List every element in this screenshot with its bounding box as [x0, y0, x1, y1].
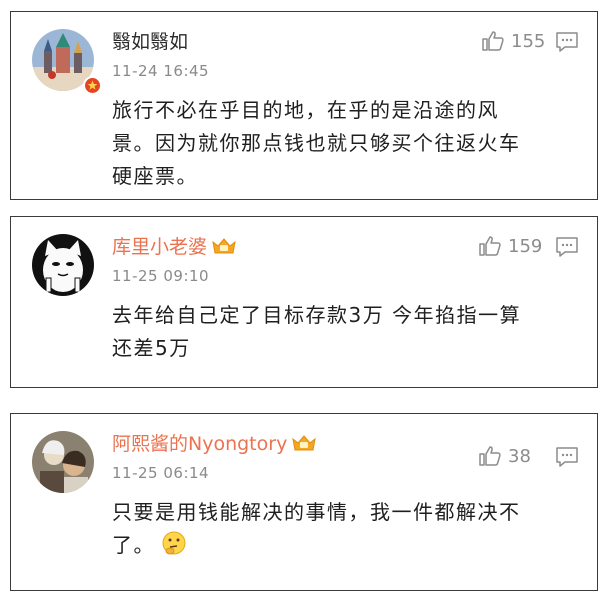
comment-bubble-icon — [556, 447, 578, 467]
like-button[interactable]: 38 — [478, 444, 531, 468]
reply-button[interactable] — [555, 236, 579, 258]
verified-badge-icon — [83, 76, 102, 95]
username-text: 阿熙酱的Nyongtory — [112, 433, 288, 455]
comment-text: 只要是用钱能解决的事情，我一件都解决不 了。 — [112, 496, 582, 562]
like-button[interactable]: 159 — [478, 234, 542, 258]
reply-button[interactable] — [555, 31, 579, 53]
comment-card: 阿熙酱的Nyongtory 11-25 06:14 38 只要是用钱能解决的事情… — [10, 413, 598, 591]
comment-text: 去年给自己定了目标存款3万 今年掐指一算 还差5万 — [112, 299, 582, 365]
comment-text: 旅行不必在乎目的地，在乎的是沿途的风 景。因为就你那点钱也就只够买个往返火车 硬… — [112, 94, 582, 193]
comment-line: 去年给自己定了目标存款3万 今年掐指一算 — [112, 303, 522, 327]
like-count: 155 — [511, 30, 546, 52]
comment-bubble-icon — [556, 237, 578, 257]
username[interactable]: 库里小老婆 — [112, 235, 237, 259]
username-text: 库里小老婆 — [112, 236, 208, 258]
like-count: 159 — [508, 235, 543, 257]
like-button[interactable]: 155 — [481, 29, 545, 53]
thumbs-up-icon — [482, 31, 504, 51]
reply-button[interactable] — [555, 446, 579, 468]
timestamp: 11-24 16:45 — [112, 62, 210, 80]
comment-line-text: 了。 — [112, 533, 155, 557]
comment-line: 硬座票。 — [112, 164, 198, 188]
comment-line: 旅行不必在乎目的地，在乎的是沿途的风 — [112, 98, 499, 122]
vip-crown-badge-icon — [292, 435, 317, 451]
thinking-emoji — [162, 531, 186, 555]
avatar[interactable] — [32, 431, 94, 493]
thumbs-up-icon — [479, 446, 501, 466]
comment-line: 还差5万 — [112, 336, 191, 360]
avatar[interactable] — [32, 234, 94, 296]
thumbs-up-icon — [479, 236, 501, 256]
like-count: 38 — [508, 445, 531, 467]
comment-bubble-icon — [556, 32, 578, 52]
comment-line: 了。 — [112, 529, 582, 562]
comment-line: 景。因为就你那点钱也就只够买个往返火车 — [112, 131, 521, 155]
comment-card: 翳如翳如 11-24 16:45 155 旅行不必在乎目的地，在乎的是沿途的风 … — [10, 11, 598, 200]
timestamp: 11-25 09:10 — [112, 267, 210, 285]
comment-line: 只要是用钱能解决的事情，我一件都解决不 — [112, 500, 521, 524]
timestamp: 11-25 06:14 — [112, 464, 210, 482]
vip-crown-badge-icon — [212, 238, 236, 254]
username[interactable]: 阿熙酱的Nyongtory — [112, 432, 317, 456]
username[interactable]: 翳如翳如 — [112, 30, 188, 54]
comment-card: 库里小老婆 11-25 09:10 159 去年给自己定了目标存款3万 今年掐指… — [10, 216, 598, 388]
